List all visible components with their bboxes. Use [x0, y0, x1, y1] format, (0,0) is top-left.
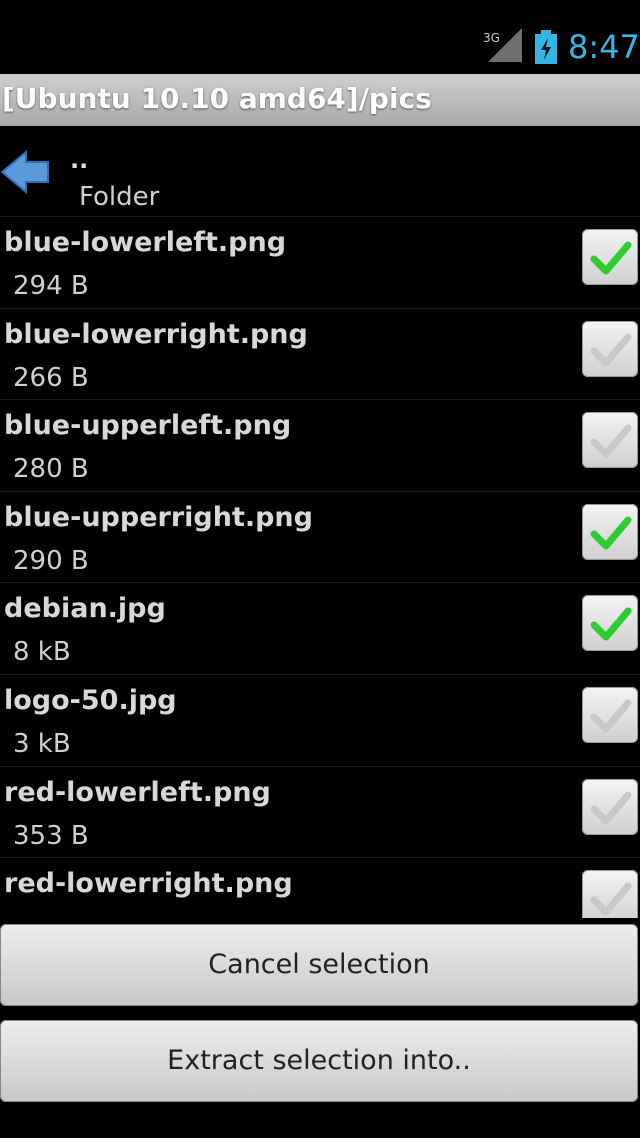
- parent-folder-label: Folder: [79, 182, 160, 212]
- file-row[interactable]: logo-50.jpg 3 kB: [0, 675, 640, 767]
- checkmark-icon: [590, 699, 632, 733]
- file-row[interactable]: blue-upperleft.png 280 B: [0, 400, 640, 492]
- checkmark-icon: [590, 333, 632, 367]
- svg-text:3G: 3G: [483, 31, 500, 45]
- file-row[interactable]: blue-lowerright.png 266 B: [0, 309, 640, 401]
- file-name: blue-upperright.png: [4, 501, 313, 533]
- file-name: blue-upperleft.png: [4, 410, 292, 442]
- select-checkbox[interactable]: [582, 778, 638, 835]
- file-size: 290 B: [13, 545, 89, 576]
- cancel-selection-button[interactable]: Cancel selection: [0, 924, 638, 1006]
- select-checkbox[interactable]: [582, 229, 638, 285]
- checkmark-icon: [590, 241, 632, 275]
- select-checkbox[interactable]: [582, 595, 638, 652]
- status-bar: 3G 8:47: [0, 0, 640, 72]
- file-name: logo-50.jpg: [4, 685, 177, 716]
- signal-3g-icon: 3G: [483, 28, 522, 62]
- file-size: 3 kB: [13, 729, 71, 759]
- file-row[interactable]: blue-upperright.png 290 B: [0, 492, 640, 584]
- select-checkbox[interactable]: [582, 320, 638, 377]
- file-row[interactable]: red-lowerright.png: [0, 858, 640, 918]
- select-checkbox[interactable]: [582, 503, 638, 560]
- page-title: [Ubuntu 10.10 amd64]/pics: [2, 82, 432, 115]
- file-name: red-lowerright.png: [4, 868, 293, 900]
- checkmark-icon: [590, 516, 632, 550]
- file-size: 8 kB: [13, 637, 71, 668]
- select-checkbox[interactable]: [582, 870, 638, 918]
- title-bar: [Ubuntu 10.10 amd64]/pics: [0, 74, 640, 126]
- back-arrow-icon: [0, 150, 49, 194]
- parent-folder-row[interactable]: .. Folder: [0, 128, 640, 217]
- select-checkbox[interactable]: [582, 687, 638, 743]
- file-row[interactable]: debian.jpg 8 kB: [0, 583, 640, 675]
- checkmark-icon: [590, 607, 632, 641]
- file-name: debian.jpg: [4, 593, 166, 625]
- clock: 8:47: [568, 28, 640, 66]
- checkmark-icon: [590, 424, 632, 458]
- file-name: blue-lowerright.png: [4, 318, 308, 350]
- checkmark-icon: [590, 791, 632, 825]
- file-size: 353 B: [13, 820, 89, 851]
- extract-selection-button[interactable]: Extract selection into..: [0, 1020, 638, 1102]
- file-name: blue-lowerleft.png: [4, 227, 287, 258]
- select-checkbox[interactable]: [582, 412, 638, 469]
- file-size: 294 B: [13, 271, 89, 301]
- file-name: red-lowerleft.png: [4, 776, 271, 808]
- battery-charging-icon: [535, 30, 557, 64]
- file-row[interactable]: blue-lowerleft.png 294 B: [0, 217, 640, 309]
- file-size: 266 B: [13, 362, 89, 393]
- file-row[interactable]: red-lowerleft.png 353 B: [0, 767, 640, 859]
- file-list: .. Folder blue-lowerleft.png 294 Bblue-lo…: [0, 128, 640, 918]
- file-size: 280 B: [13, 454, 89, 485]
- parent-dots: ..: [70, 146, 89, 174]
- checkmark-icon: [590, 882, 632, 916]
